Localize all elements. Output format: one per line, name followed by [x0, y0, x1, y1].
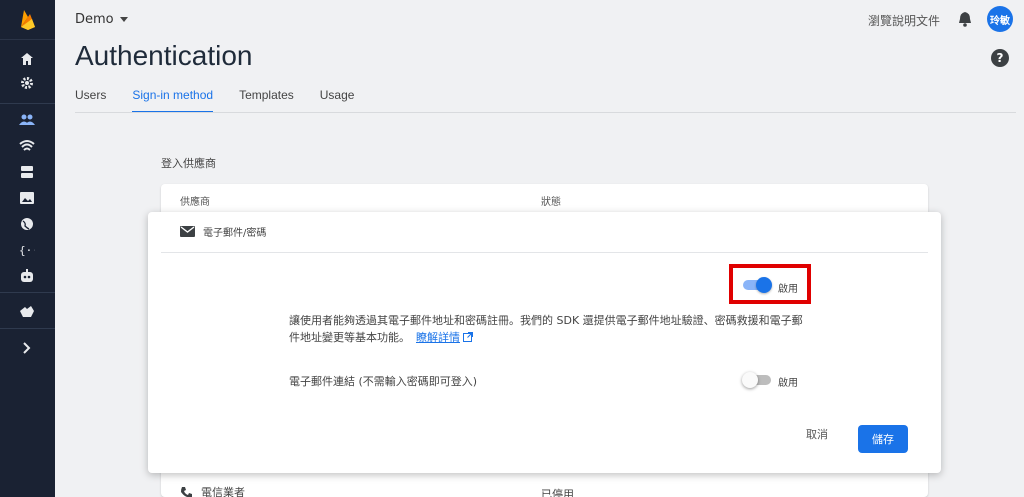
image-icon[interactable]: [17, 188, 37, 208]
tab-divider: [75, 112, 1016, 113]
tab-sign-in-method[interactable]: Sign-in method: [132, 88, 214, 113]
email-password-panel: 電子郵件/密碼 啟用 讓使用者能夠透過其電子郵件地址和密碼註冊。我們的 SDK …: [148, 212, 941, 473]
globe-icon[interactable]: [17, 214, 37, 234]
learn-more-link[interactable]: 瞭解詳情: [416, 331, 460, 344]
table-row[interactable]: 電信業者: [180, 484, 245, 497]
cancel-button[interactable]: 取消: [806, 426, 828, 442]
enable-label: 啟用: [778, 284, 798, 295]
avatar[interactable]: 玲敏: [987, 6, 1013, 32]
header: Demo 瀏覽說明文件 玲敏 Authentication ? Users Si…: [55, 0, 1024, 120]
save-button[interactable]: 儲存: [858, 425, 908, 453]
svg-text:{··}: {··}: [19, 244, 35, 256]
tab-bar: Users Sign-in method Templates Usage: [75, 88, 380, 113]
external-link-icon: [463, 330, 473, 347]
home-icon[interactable]: [17, 49, 37, 69]
docs-link[interactable]: 瀏覽說明文件: [868, 12, 940, 29]
column-header-status: 狀態: [541, 197, 561, 208]
page-title: Authentication: [75, 40, 253, 71]
provider-name: 電信業者: [201, 486, 245, 497]
tab-usage[interactable]: Usage: [320, 88, 355, 113]
chevron-right-icon[interactable]: [17, 338, 37, 358]
provider-status: 已停用: [541, 488, 574, 497]
description-text: 讓使用者能夠透過其電子郵件地址和密碼註冊。我們的 SDK 還提供電子郵件地址驗證…: [289, 314, 803, 344]
panel-provider-name: 電子郵件/密碼: [203, 228, 267, 239]
phone-icon: [181, 486, 192, 497]
sidebar: {··}: [0, 0, 55, 497]
project-name: Demo: [75, 12, 114, 27]
email-link-label: 電子郵件連結 (不需輸入密碼即可登入): [289, 375, 478, 388]
enable-toggle[interactable]: [743, 277, 772, 293]
email-link-enable-label: 啟用: [778, 378, 798, 389]
column-header-provider: 供應商: [180, 197, 210, 208]
project-selector[interactable]: Demo: [75, 12, 128, 27]
description: 讓使用者能夠透過其電子郵件地址和密碼註冊。我們的 SDK 還提供電子郵件地址驗證…: [289, 312, 809, 347]
tab-templates[interactable]: Templates: [239, 88, 294, 113]
robot-icon[interactable]: [17, 266, 37, 286]
mail-icon: [180, 226, 195, 237]
extension-icon[interactable]: [17, 302, 37, 322]
firebase-logo[interactable]: [0, 0, 55, 40]
users-icon[interactable]: [17, 110, 37, 130]
functions-icon[interactable]: {··}: [17, 240, 37, 260]
panel-header: 電子郵件/密碼: [180, 224, 266, 239]
bell-icon[interactable]: [958, 11, 972, 31]
email-link-toggle[interactable]: [742, 372, 771, 388]
section-title: 登入供應商: [161, 157, 216, 170]
wifi-icon[interactable]: [17, 136, 37, 156]
gear-icon[interactable]: [17, 73, 37, 93]
caret-down-icon: [119, 17, 128, 22]
panel-divider: [161, 252, 928, 253]
database-icon[interactable]: [17, 162, 37, 182]
tab-users[interactable]: Users: [75, 88, 106, 113]
help-icon[interactable]: ?: [991, 49, 1009, 67]
